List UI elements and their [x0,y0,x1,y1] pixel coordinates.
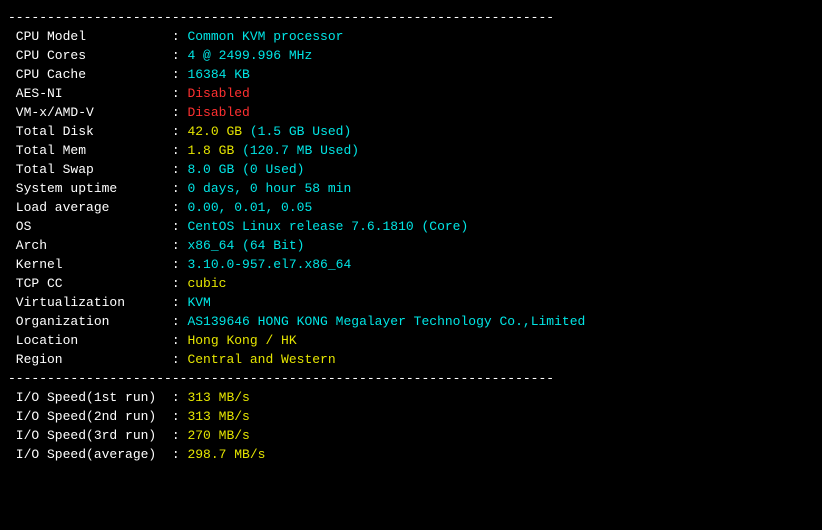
info-label: Organization [8,314,172,329]
info-value: Common KVM processor [187,29,343,44]
info-value: 4 @ 2499.996 MHz [187,48,312,63]
separator: : [172,314,188,329]
info-value: 3.10.0-957.el7.x86_64 [187,257,351,272]
separator: : [172,219,188,234]
info-row: I/O Speed(average) : 298.7 MB/s [8,445,814,464]
info-value: CentOS Linux release 7.6.1810 (Core) [187,219,468,234]
info-value: Disabled [187,105,249,120]
info-value: (120.7 MB Used) [242,143,359,158]
info-row: I/O Speed(2nd run) : 313 MB/s [8,407,814,426]
separator: : [172,124,188,139]
info-row: I/O Speed(3rd run) : 270 MB/s [8,426,814,445]
info-label: I/O Speed(average) [8,447,172,462]
info-value: 42.0 GB [187,124,242,139]
info-label: VM-x/AMD-V [8,105,172,120]
info-row: Location : Hong Kong / HK [8,331,814,350]
separator: : [172,428,188,443]
info-value: 0.00, 0.01, 0.05 [187,200,312,215]
info-row: CPU Model : Common KVM processor [8,27,814,46]
separator: : [172,276,188,291]
separator: : [172,200,188,215]
info-value: 0 days, 0 hour 58 min [187,181,351,196]
info-row: Load average : 0.00, 0.01, 0.05 [8,198,814,217]
info-value: 1.8 GB [187,143,234,158]
info-label: I/O Speed(1st run) [8,390,172,405]
info-value: 16384 KB [187,67,249,82]
info-label: Load average [8,200,172,215]
separator: : [172,333,188,348]
info-row: I/O Speed(1st run) : 313 MB/s [8,388,814,407]
info-label: System uptime [8,181,172,196]
info-label: AES-NI [8,86,172,101]
separator: : [172,257,188,272]
info-row: CPU Cores : 4 @ 2499.996 MHz [8,46,814,65]
info-label: CPU Model [8,29,172,44]
info-value: AS139646 HONG KONG Megalayer Technology … [187,314,585,329]
info-row: OS : CentOS Linux release 7.6.1810 (Core… [8,217,814,236]
info-value [234,143,242,158]
info-label: I/O Speed(2nd run) [8,409,172,424]
info-value: 270 MB/s [187,428,249,443]
info-row: Total Disk : 42.0 GB (1.5 GB Used) [8,122,814,141]
info-value: Central and Western [187,352,335,367]
separator: : [172,352,188,367]
separator: : [172,86,188,101]
info-label: Arch [8,238,172,253]
info-value: Disabled [187,86,249,101]
info-row: Organization : AS139646 HONG KONG Megala… [8,312,814,331]
info-value: 298.7 MB/s [187,447,265,462]
divider-line: ----------------------------------------… [8,8,814,27]
info-label: OS [8,219,172,234]
info-label: CPU Cores [8,48,172,63]
info-value: x86_64 (64 Bit) [187,238,304,253]
divider-line: ----------------------------------------… [8,369,814,388]
separator: : [172,67,188,82]
info-label: I/O Speed(3rd run) [8,428,172,443]
separator: : [172,105,188,120]
separator: : [172,181,188,196]
info-value: 8.0 GB [187,162,234,177]
info-row: VM-x/AMD-V : Disabled [8,103,814,122]
separator: : [172,295,188,310]
info-row: CPU Cache : 16384 KB [8,65,814,84]
info-label: TCP CC [8,276,172,291]
info-label: CPU Cache [8,67,172,82]
info-row: Region : Central and Western [8,350,814,369]
info-value: 313 MB/s [187,409,249,424]
info-row: Total Mem : 1.8 GB (120.7 MB Used) [8,141,814,160]
info-row: Arch : x86_64 (64 Bit) [8,236,814,255]
info-label: Total Swap [8,162,172,177]
info-label: Virtualization [8,295,172,310]
info-value: (1.5 GB Used) [250,124,351,139]
separator: : [172,390,188,405]
terminal-output: ----------------------------------------… [8,8,814,464]
info-row: Virtualization : KVM [8,293,814,312]
info-row: AES-NI : Disabled [8,84,814,103]
separator: : [172,143,188,158]
info-value: (0 Used) [242,162,304,177]
info-value: Hong Kong / HK [187,333,296,348]
separator: : [172,29,188,44]
separator: : [172,238,188,253]
info-value [242,124,250,139]
info-label: Location [8,333,172,348]
info-label: Kernel [8,257,172,272]
info-row: Kernel : 3.10.0-957.el7.x86_64 [8,255,814,274]
info-label: Total Disk [8,124,172,139]
separator: : [172,409,188,424]
separator: : [172,162,188,177]
info-row: Total Swap : 8.0 GB (0 Used) [8,160,814,179]
info-value: KVM [187,295,210,310]
info-value: 313 MB/s [187,390,249,405]
info-row: System uptime : 0 days, 0 hour 58 min [8,179,814,198]
info-value: cubic [187,276,226,291]
info-label: Region [8,352,172,367]
info-value [234,162,242,177]
info-label: Total Mem [8,143,172,158]
separator: : [172,48,188,63]
info-row: TCP CC : cubic [8,274,814,293]
separator: : [172,447,188,462]
